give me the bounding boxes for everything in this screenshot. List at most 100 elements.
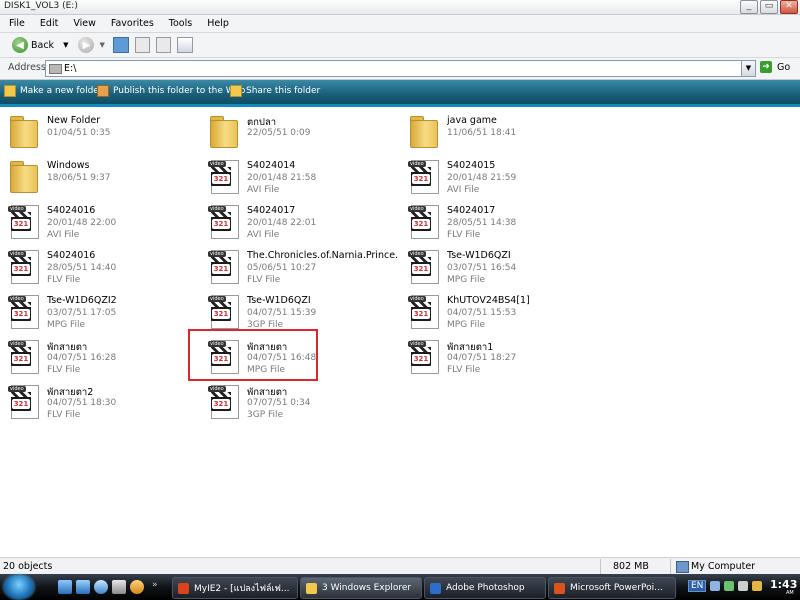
file-type: MPG File [447, 320, 486, 330]
file-date: 28/05/51 14:38 [447, 218, 517, 228]
move-to-icon[interactable] [155, 37, 171, 53]
make-new-folder-label: Make a new folder [20, 86, 103, 96]
share-folder-icon [230, 85, 242, 97]
folder-icon [8, 114, 40, 148]
file-name: S4024017 [247, 205, 296, 216]
taskbar-item-powerpoint[interactable]: Microsoft PowerPoi... [548, 577, 676, 599]
publish-web-icon [97, 85, 109, 97]
folder-item[interactable]: java game 11/06/51 18:41 [405, 112, 600, 152]
folder-item[interactable]: Windows 18/06/51 9:37 [5, 157, 200, 197]
quicklaunch-ie-icon[interactable] [94, 580, 108, 594]
make-new-folder-link[interactable]: Make a new folder [4, 85, 103, 97]
file-item[interactable]: video 321 KhUTOV24BS4[1] 04/07/51 15:53 MPG … [405, 292, 600, 332]
file-item[interactable]: video 321 S4024014 20/01/48 21:58 AVI File [205, 157, 400, 197]
file-item[interactable]: video 321 S4024016 28/05/51 14:40 FLV File [5, 247, 200, 287]
video-file-icon: video 321 [408, 249, 440, 284]
menu-favorites[interactable]: Favorites [102, 18, 160, 29]
switch-windows-icon[interactable] [76, 580, 90, 594]
file-name: Tse-W1D6QZI [247, 295, 311, 306]
new-folder-icon [4, 85, 16, 97]
taskbar-item-windows-explorer[interactable]: 3 Windows Explorer [300, 577, 422, 599]
video-file-icon: video 321 [208, 204, 240, 239]
file-item[interactable]: video 321 S4024017 28/05/51 14:38 FLV File [405, 202, 600, 242]
taskbar-item-photoshop[interactable]: Adobe Photoshop [424, 577, 546, 599]
file-item[interactable]: video 321 พักสายตา 07/07/51 0:34 3GP File [205, 382, 400, 422]
file-type: FLV File [47, 410, 81, 420]
close-button[interactable]: ✕ [780, 0, 798, 14]
file-item[interactable]: video 321 พักสายตา1 04/07/51 18:27 FLV File [405, 337, 600, 377]
address-input[interactable]: E:\ [45, 60, 743, 77]
file-date: 20/01/48 22:00 [47, 218, 117, 228]
file-item[interactable]: video 321 S4024017 20/01/48 22:01 AVI File [205, 202, 400, 242]
file-name: S4024014 [247, 160, 296, 171]
file-name: The.Chronicles.of.Narnia.Prince.Cas... [247, 250, 397, 261]
forward-arrow-icon: ▶ [78, 37, 95, 53]
folder-icon [306, 582, 317, 594]
file-type: 3GP File [247, 410, 284, 420]
menu-file[interactable]: File [0, 18, 31, 29]
volume-icon[interactable] [738, 581, 748, 591]
window-title: DISK1_VOL3 (E:) [4, 1, 78, 11]
window-controls: _ ▭ ✕ [740, 0, 798, 14]
language-indicator[interactable]: EN [688, 580, 707, 592]
menu-view[interactable]: View [64, 18, 102, 29]
maximize-button[interactable]: ▭ [760, 0, 778, 14]
file-item[interactable]: video321 The.Chronicles.of.Narnia.Prince.… [205, 247, 400, 287]
video-file-icon: video 321 [8, 249, 40, 284]
file-date: 05/06/51 10:27 [247, 263, 317, 273]
file-item[interactable]: video 321 Tse-W1D6QZI 03/07/51 16:54 MPG Fil… [405, 247, 600, 287]
folder-item[interactable]: New Folder 01/04/51 0:35 [5, 112, 200, 152]
copy-to-icon[interactable] [134, 37, 150, 53]
taskbar-item-myie2[interactable]: MyIE2 - [แปลงไฟล์เฟ... [172, 577, 298, 599]
tray-help-icon[interactable] [710, 581, 720, 591]
file-date: 18/06/51 9:37 [47, 173, 111, 183]
go-button[interactable]: ➜ Go [760, 61, 790, 73]
address-value: E:\ [64, 63, 77, 74]
video-file-icon: video 321 [208, 294, 240, 329]
file-name: S4024015 [447, 160, 496, 171]
file-date: 04/07/51 15:39 [247, 308, 317, 318]
back-button[interactable]: ◀ Back ▼ [12, 37, 68, 53]
file-item[interactable]: video 321 Tse-W1D6QZI 04/07/51 15:39 3GP Fil… [205, 292, 400, 332]
quicklaunch-app-icon[interactable] [112, 580, 126, 594]
my-computer-icon [676, 561, 689, 573]
start-button[interactable] [4, 575, 34, 599]
file-item[interactable]: video 321 S4024015 20/01/48 21:59 AVI File [405, 157, 600, 197]
tray-app-icon[interactable] [752, 581, 762, 591]
menu-tools[interactable]: Tools [160, 18, 198, 29]
share-folder-link[interactable]: Share this folder [230, 85, 320, 97]
file-date: 07/07/51 0:34 [247, 398, 311, 408]
file-type: FLV File [47, 275, 81, 285]
quicklaunch-media-icon[interactable] [130, 580, 144, 594]
file-list: New Folder 01/04/51 0:35 ตกปลา 22/05/51 0:0… [0, 107, 800, 552]
windows-taskbar: » MyIE2 - [แปลงไฟล์เฟ... 3 Windows Explo… [0, 574, 800, 600]
minimize-button[interactable]: _ [740, 0, 758, 14]
video-file-icon: video 321 [408, 159, 440, 194]
file-name: S4024017 [447, 205, 496, 216]
publish-folder-link[interactable]: Publish this folder to the Web [97, 85, 245, 97]
menu-edit[interactable]: Edit [31, 18, 64, 29]
status-objects: 20 objects [3, 561, 53, 572]
title-bar[interactable]: DISK1_VOL3 (E:) _ ▭ ✕ [0, 0, 800, 15]
file-date: 04/07/51 15:53 [447, 308, 517, 318]
forward-button[interactable]: ▶ ▼ [78, 37, 105, 53]
folder-item[interactable]: ตกปลา 22/05/51 0:09 [205, 112, 400, 152]
clock-ampm: AM [786, 590, 794, 596]
views-icon[interactable] [176, 37, 193, 53]
address-dropdown-icon[interactable]: ▼ [741, 60, 756, 77]
file-item[interactable]: video 321 Tse-W1D6QZI2 03/07/51 17:05 MPG Fi… [5, 292, 200, 332]
back-dropdown-icon[interactable]: ▼ [63, 41, 68, 49]
network-icon[interactable] [724, 581, 734, 591]
file-item[interactable]: video 321 พักสายตา 04/07/51 16:28 FLV File [5, 337, 200, 377]
forward-dropdown-icon[interactable]: ▼ [99, 41, 104, 49]
file-name: S4024016 [47, 205, 96, 216]
file-item[interactable]: video 321 S4024016 20/01/48 22:00 AVI File [5, 202, 200, 242]
quicklaunch-chevron-icon[interactable]: » [152, 580, 158, 590]
up-folder-icon[interactable] [112, 37, 129, 53]
show-desktop-icon[interactable] [58, 580, 72, 594]
powerpoint-icon [554, 582, 565, 594]
menu-help[interactable]: Help [198, 18, 235, 29]
video-file-icon: video 321 [408, 339, 440, 374]
file-item[interactable]: video 321 พักสายตา2 04/07/51 18:30 FLV File [5, 382, 200, 422]
taskbar-item-label: Adobe Photoshop [446, 583, 525, 593]
